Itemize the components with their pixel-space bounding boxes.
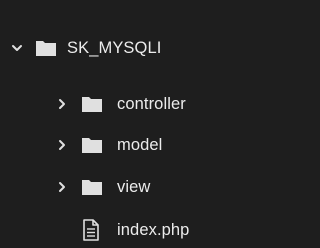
chevron-right-icon[interactable] xyxy=(56,86,68,122)
folder-icon xyxy=(35,30,57,66)
tree-item-label: view xyxy=(117,178,151,196)
tree-root-sk-mysqli[interactable]: SK_MYSQLI xyxy=(0,30,318,66)
tree-item-label: controller xyxy=(117,95,186,113)
tree-root-label: SK_MYSQLI xyxy=(67,39,162,57)
folder-icon xyxy=(81,169,103,205)
tree-item-model[interactable]: model xyxy=(0,127,318,163)
folder-icon xyxy=(81,86,103,122)
tree-item-label: index.php xyxy=(117,221,190,239)
tree-item-label: model xyxy=(117,136,163,154)
file-icon xyxy=(82,212,100,248)
chevron-right-icon[interactable] xyxy=(56,169,68,205)
tree-item-controller[interactable]: controller xyxy=(0,86,318,122)
tree-item-index-php[interactable]: index.php xyxy=(0,212,318,248)
tree-item-view[interactable]: view xyxy=(0,169,318,205)
chevron-right-icon[interactable] xyxy=(56,127,68,163)
chevron-down-icon[interactable] xyxy=(11,30,23,66)
folder-icon xyxy=(81,127,103,163)
file-explorer-tree: SK_MYSQLI controller model view index.ph… xyxy=(0,0,318,248)
